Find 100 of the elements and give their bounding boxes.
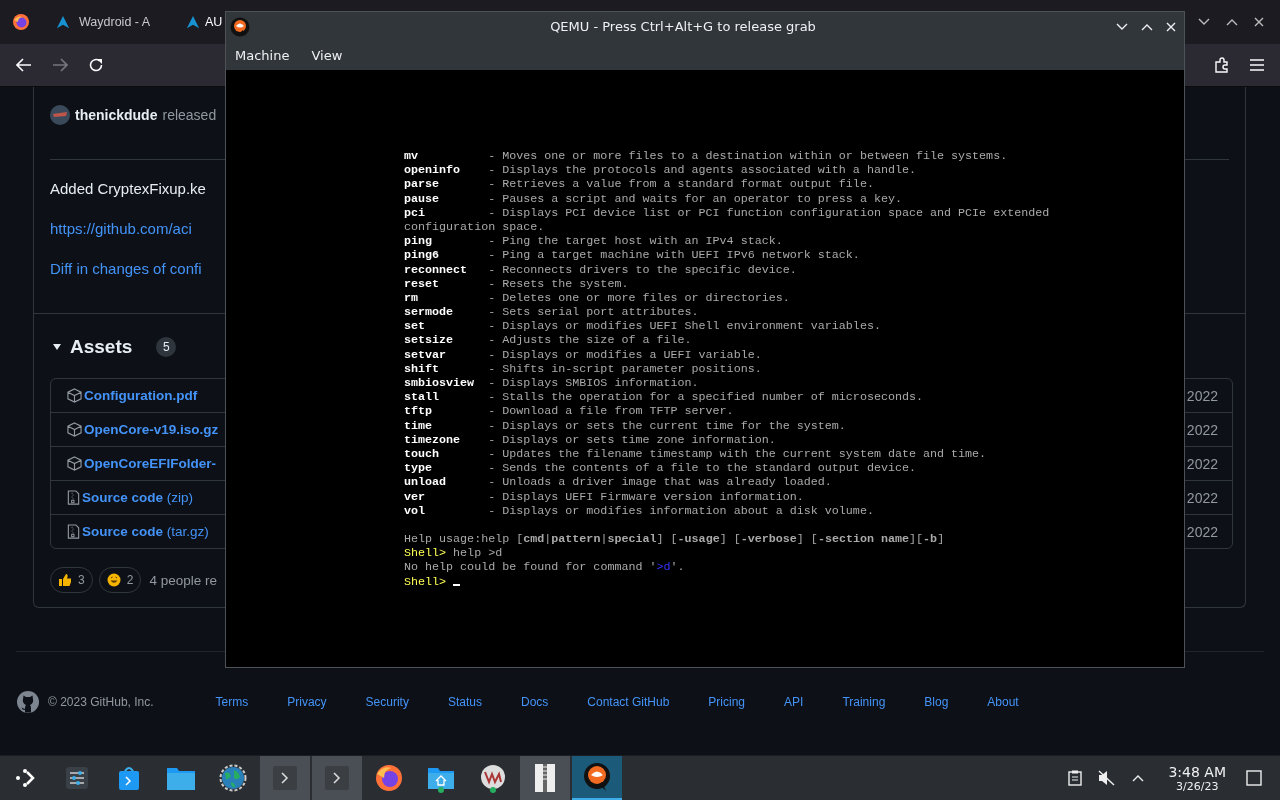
assets-heading: Assets: [70, 336, 133, 358]
command-name: ping6: [404, 248, 441, 263]
asset-date: 2022: [1186, 387, 1218, 404]
muted-speaker-icon[interactable]: [1098, 770, 1117, 786]
close-icon[interactable]: [1254, 17, 1264, 27]
command-description: - Displays or modifies UEFI Shell environment variables.: [488, 319, 881, 334]
footer-link[interactable]: Training: [842, 695, 886, 709]
browser-tab[interactable]: Waydroid - A: [42, 0, 175, 44]
command-name: openinfo: [404, 163, 462, 178]
author-name[interactable]: thenickdude: [75, 107, 158, 123]
archive-icon: [534, 763, 556, 793]
reload-icon[interactable]: [88, 57, 104, 73]
show-desktop-icon[interactable]: [1246, 770, 1262, 786]
command-description: - Ping the target host with an IPv4 stack.: [488, 234, 783, 249]
asset-link[interactable]: OpenCore-v19.iso.gz: [84, 422, 219, 437]
asset-date: 2022: [1186, 455, 1218, 472]
command-name: tftp: [404, 404, 434, 419]
command-name: touch: [404, 446, 441, 462]
disclosure-triangle-icon[interactable]: [53, 343, 61, 351]
taskbar-app[interactable]: [520, 756, 570, 800]
release-link[interactable]: Diff in changes of confi: [50, 257, 202, 281]
package-icon: [67, 422, 82, 437]
chevron-down-icon[interactable]: [1198, 18, 1210, 26]
footer-link[interactable]: Docs: [520, 695, 549, 709]
command-name: unload: [404, 475, 448, 490]
command-name: smbiosview: [404, 376, 476, 391]
footer-link[interactable]: Contact GitHub: [587, 695, 670, 709]
command-description: - Download a file from TFTP server.: [488, 404, 734, 419]
command-description: - Displays or sets the current time for the system.: [488, 418, 846, 433]
command-name: rm: [404, 290, 420, 306]
command-description: - Displays or sets time zone information.: [488, 432, 776, 447]
command-description: - Pauses a script and waits for an operator to press a key.: [488, 191, 902, 206]
clock[interactable]: 3:48 AM 3/26/23: [1168, 763, 1226, 793]
command-name: time: [404, 418, 434, 433]
window-title: QEMU - Press Ctrl+Alt+G to release grab: [549, 19, 817, 34]
command-description: - Displays the protocols and agents associated with a handle.: [488, 163, 916, 178]
command-name: stall: [404, 390, 441, 405]
footer-link[interactable]: Blog: [924, 695, 949, 709]
command-name: pci: [404, 205, 427, 220]
back-icon[interactable]: [16, 58, 32, 72]
command-name: ver: [404, 489, 427, 504]
qemu-logo-icon: [230, 16, 250, 37]
footer-link[interactable]: Security: [365, 695, 409, 709]
footer-link[interactable]: API: [784, 695, 804, 709]
command-description: - Resets the system.: [488, 276, 629, 291]
typed-command-text: help >d: [453, 546, 503, 561]
extensions-icon[interactable]: [1214, 57, 1230, 73]
command-name: mv: [404, 149, 420, 164]
command-name: pause: [404, 191, 441, 206]
asset-link[interactable]: Source code (tar.gz): [82, 524, 209, 539]
avatar-icon: [50, 105, 70, 125]
command-description: - Displays or modifies a UEFI variable.: [488, 347, 762, 362]
command-description: - Moves one or more files to a destination within or between file systems.: [488, 149, 1008, 163]
shopping-bag-icon: [117, 765, 141, 791]
launcher-icon: [13, 766, 37, 790]
qemu-logo-icon: [582, 762, 612, 792]
command-name: sermode: [404, 305, 455, 320]
package-icon: [67, 388, 82, 403]
asset-link[interactable]: Source code (zip): [82, 490, 194, 505]
forward-icon[interactable]: [52, 58, 68, 72]
browser-tab[interactable]: AU: [175, 0, 223, 44]
release-link[interactable]: https://github.com/aci: [50, 217, 192, 241]
command-description: - Retrieves a value from a standard format output file.: [488, 177, 874, 192]
footer-link[interactable]: Terms: [215, 695, 249, 709]
arch-logo-icon: [56, 15, 70, 29]
smiley-icon: [106, 573, 121, 587]
menu-item[interactable]: Machine: [235, 48, 290, 63]
usage-line: Help usage:help [cmd|pattern|special] [-usage] [-verbose] [-section name][-b]: [404, 532, 945, 547]
terminal-icon: [324, 765, 350, 791]
command-description: - Reconnects drivers to the specific device.: [488, 262, 797, 277]
zip-file-icon: [67, 524, 80, 539]
command-description: - Displays SMBIOS information.: [488, 376, 699, 390]
footer-link[interactable]: Privacy: [287, 695, 327, 709]
footer-link[interactable]: Pricing: [708, 695, 746, 709]
chevron-up-icon[interactable]: [1226, 18, 1238, 26]
footer-link[interactable]: About: [987, 695, 1019, 709]
thumbs-up-icon: [58, 573, 72, 587]
arch-logo-icon: [186, 15, 200, 29]
sliders-icon: [65, 766, 89, 790]
command-name: setsize: [404, 333, 455, 348]
globe-icon: [219, 764, 247, 792]
github-logo-icon[interactable]: [16, 690, 40, 714]
asset-link[interactable]: OpenCoreEFIFolder-: [84, 456, 216, 471]
menu-item[interactable]: View: [311, 48, 343, 63]
footer-link[interactable]: Status: [447, 695, 482, 709]
caret-up-icon[interactable]: [1132, 774, 1145, 782]
command-name: reconnect: [404, 262, 469, 277]
firefox-icon: [12, 13, 30, 31]
folder-icon: [166, 765, 196, 791]
asset-date: 2022: [1186, 421, 1218, 438]
command-description: configuration space.: [404, 219, 545, 234]
clipboard-icon[interactable]: [1068, 770, 1083, 786]
taskbar-app[interactable]: [572, 756, 622, 800]
asset-link[interactable]: Configuration.pdf: [84, 388, 198, 403]
command-description: - Displays or modifies information about a disk volume.: [488, 503, 874, 518]
package-icon: [67, 456, 82, 471]
menu-icon[interactable]: [1250, 59, 1264, 71]
release-note: Added CryptexFixup.ke: [50, 179, 206, 199]
command-description: - Unloads a driver image that was already loaded.: [488, 475, 832, 490]
command-name: setvar: [404, 347, 448, 362]
